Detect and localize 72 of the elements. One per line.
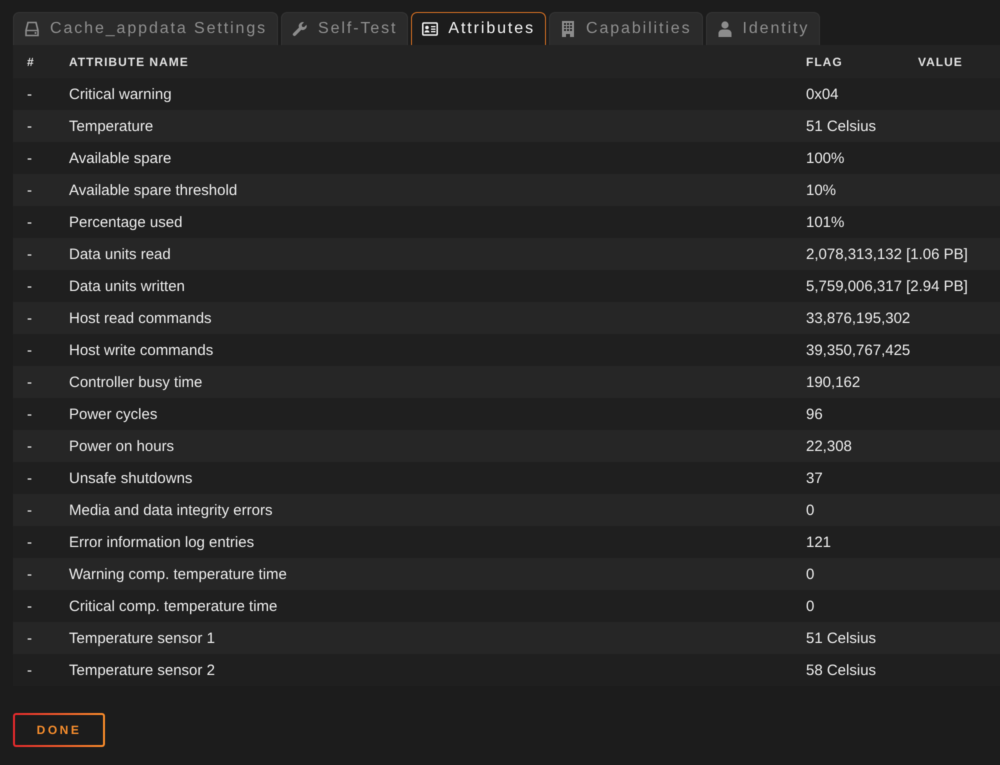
- table-cell: Host read commands: [69, 310, 212, 326]
- table-cell: Data units written: [69, 278, 185, 294]
- table-cell: 121: [806, 534, 832, 550]
- table-cell: -: [27, 662, 32, 678]
- table-cell: -: [27, 566, 32, 582]
- tab[interactable]: Attributes: [411, 12, 546, 45]
- table-cell: -: [27, 374, 32, 390]
- table-cell: Available spare threshold: [69, 182, 238, 198]
- table-cell: Media and data integrity errors: [69, 502, 272, 518]
- table-cell: 101%: [806, 214, 844, 230]
- table-cell: -: [27, 86, 32, 102]
- table-cell: -: [27, 534, 32, 550]
- table-cell: Critical warning: [69, 86, 172, 102]
- table-cell: Data units read: [69, 246, 171, 262]
- table-cell: -: [27, 310, 32, 326]
- table-cell: -: [27, 630, 32, 646]
- column-header: VALUE: [918, 54, 963, 68]
- column-header: #: [27, 54, 35, 68]
- table-cell: 39,350,767,425: [806, 342, 910, 358]
- user-icon: [716, 21, 732, 37]
- table-cell: 22,308: [806, 438, 852, 454]
- tab[interactable]: Cache_appdata Settings: [13, 12, 278, 45]
- table-cell: -: [27, 150, 32, 166]
- wrench-icon: [292, 21, 308, 37]
- table-cell: -: [27, 438, 32, 454]
- table-cell: Error information log entries: [69, 534, 254, 550]
- table-cell: Power on hours: [69, 438, 174, 454]
- table-cell: Warning comp. temperature time: [69, 566, 287, 582]
- table-cell: 58 Celsius: [806, 662, 876, 678]
- table-cell: Available spare: [69, 150, 172, 166]
- table-cell: 96: [806, 406, 823, 422]
- table-cell: -: [27, 246, 32, 262]
- table-cell: 0: [806, 502, 814, 518]
- tab[interactable]: Self-Test: [281, 12, 408, 45]
- table-cell: 51 Celsius: [806, 118, 876, 134]
- table-cell: Percentage used: [69, 214, 182, 230]
- table-cell: Unsafe shutdowns: [69, 470, 192, 486]
- table-cell: 51 Celsius: [806, 630, 876, 646]
- table-cell: 190,162: [806, 374, 860, 390]
- column-header: ATTRIBUTE NAME: [69, 54, 189, 68]
- table-cell: Temperature sensor 2: [69, 662, 215, 678]
- table-cell: -: [27, 502, 32, 518]
- table-cell: 0: [806, 566, 814, 582]
- table-cell: Critical comp. temperature time: [69, 598, 278, 614]
- building-icon: [560, 21, 576, 37]
- table-cell: 10%: [806, 182, 836, 198]
- tab[interactable]: Identity: [706, 12, 820, 45]
- table-cell: 37: [806, 470, 823, 486]
- table-cell: -: [27, 342, 32, 358]
- table-cell: 5,759,006,317 [2.94 PB]: [806, 278, 968, 294]
- table-cell: Controller busy time: [69, 374, 202, 390]
- id-card-icon: [422, 21, 438, 37]
- table-cell: -: [27, 182, 32, 198]
- table-cell: 0: [806, 598, 814, 614]
- table-cell: -: [27, 598, 32, 614]
- drive-icon: [24, 21, 40, 37]
- table-cell: -: [27, 278, 32, 294]
- table-cell: 100%: [806, 150, 844, 166]
- table-cell: 2,078,313,132 [1.06 PB]: [806, 246, 968, 262]
- table-cell: Temperature: [69, 118, 154, 134]
- table-cell: 0x04: [806, 86, 839, 102]
- table-cell: Power cycles: [69, 406, 158, 422]
- table-cell: -: [27, 406, 32, 422]
- tab[interactable]: Capabilities: [548, 12, 702, 45]
- table-cell: -: [27, 118, 32, 134]
- table-cell: -: [27, 470, 32, 486]
- table-cell: -: [27, 214, 32, 230]
- table-cell: 33,876,195,302: [806, 310, 910, 326]
- table-cell: Temperature sensor 1: [69, 630, 215, 646]
- column-header: FLAG: [806, 54, 843, 68]
- table-cell: Host write commands: [69, 342, 214, 358]
- done-button[interactable]: DONE: [13, 713, 105, 747]
